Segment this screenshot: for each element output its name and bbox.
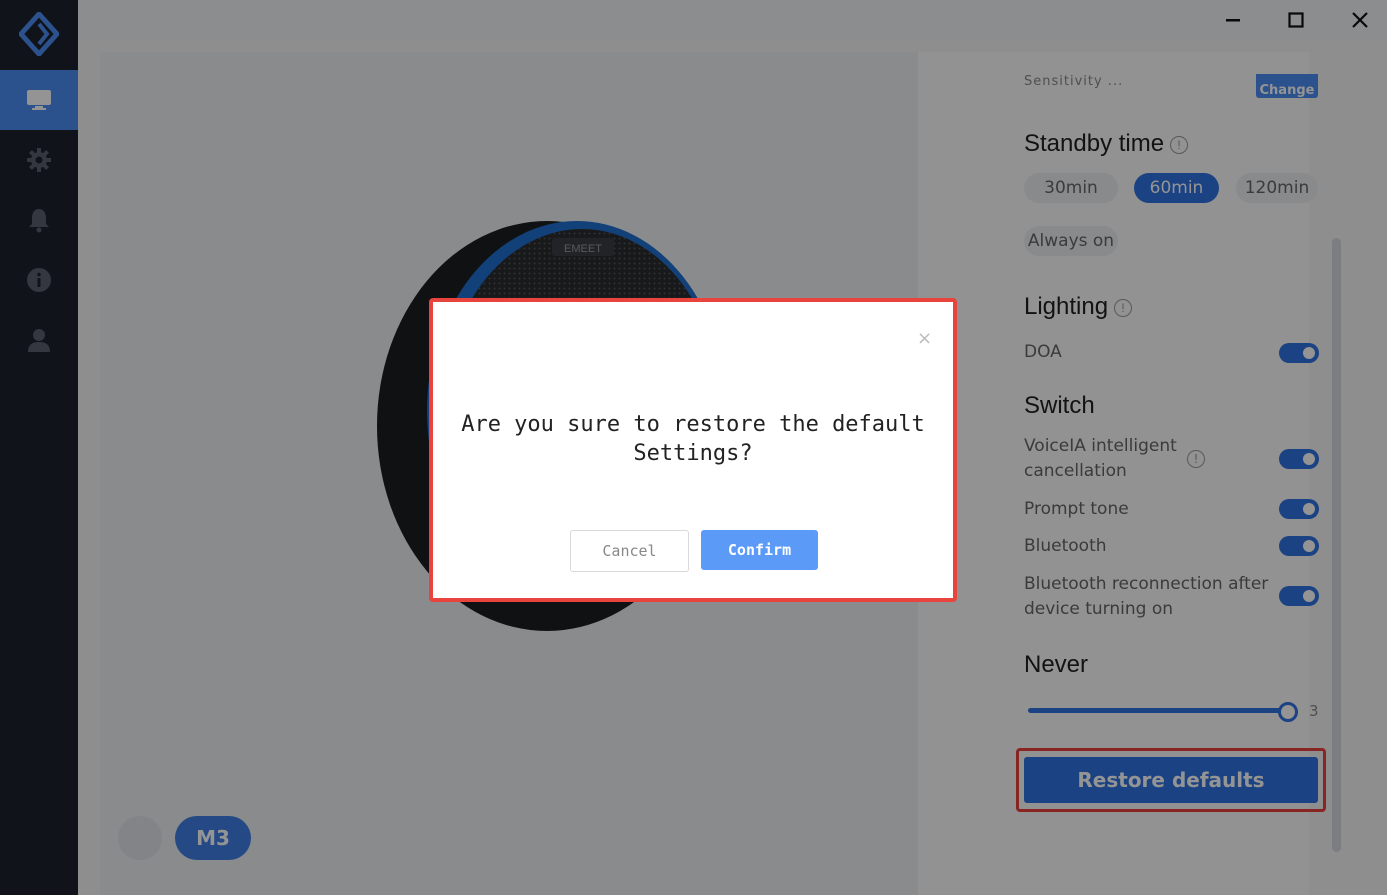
dialog-highlight-box (429, 298, 957, 602)
